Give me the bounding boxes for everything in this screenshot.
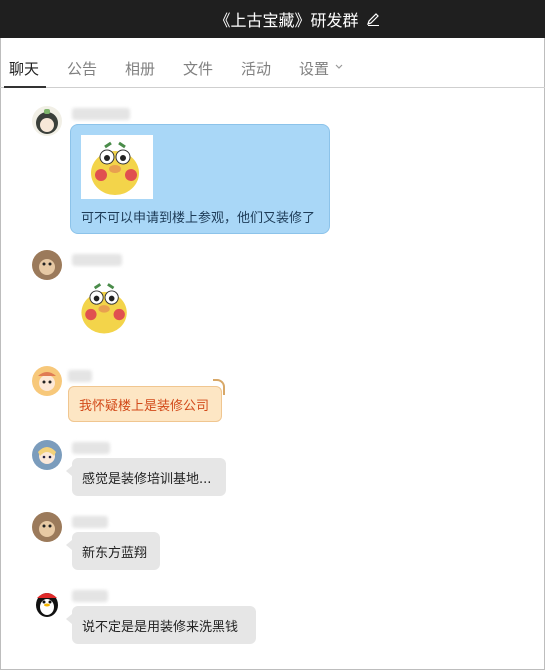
message-bubble[interactable]: 新东方蓝翔 bbox=[66, 532, 160, 570]
message-text: 新东方蓝翔 bbox=[82, 545, 148, 561]
sender-name bbox=[72, 590, 108, 602]
tab-chat[interactable]: 聊天 bbox=[9, 58, 39, 79]
anime-girl-avatar[interactable] bbox=[32, 106, 62, 136]
tab-activity[interactable]: 活动 bbox=[241, 58, 271, 79]
title-bar: 《上古宝藏》研发群 bbox=[0, 0, 545, 38]
monkey-avatar[interactable] bbox=[32, 250, 62, 280]
chevron-down-icon bbox=[335, 57, 343, 69]
sticker-image[interactable] bbox=[81, 135, 153, 199]
sender-name bbox=[72, 108, 130, 120]
blonde-girl-avatar[interactable] bbox=[32, 440, 62, 470]
message-bubble[interactable]: 可不可以申请到楼上参观，他们又装修了 bbox=[70, 124, 330, 234]
sender-name bbox=[72, 442, 110, 454]
active-tab-indicator bbox=[4, 86, 46, 88]
message-bubble[interactable]: 说不定是是用装修来洗黑钱 bbox=[66, 606, 256, 644]
tab-bar: 聊天 公告 相册 文件 活动 设置 bbox=[0, 38, 545, 88]
tab-album[interactable]: 相册 bbox=[125, 58, 155, 79]
message-bubble[interactable]: 我怀疑楼上是装修公司 bbox=[68, 379, 225, 422]
group-title: 《上古宝藏》研发群 bbox=[214, 11, 359, 30]
cartoon-girl-avatar[interactable] bbox=[32, 366, 62, 396]
tab-settings-label: 设置 bbox=[299, 60, 330, 78]
monkey-avatar[interactable] bbox=[32, 512, 62, 542]
tab-settings[interactable]: 设置 bbox=[299, 58, 343, 79]
sticker-image[interactable] bbox=[72, 274, 140, 340]
sender-name bbox=[72, 516, 108, 528]
message-text: 感觉是装修培训基地... bbox=[82, 471, 212, 487]
penguin-avatar[interactable] bbox=[32, 588, 62, 618]
sender-name bbox=[68, 370, 92, 382]
pencil-icon[interactable] bbox=[365, 11, 381, 27]
message-text: 可不可以申请到楼上参观，他们又装修了 bbox=[81, 211, 316, 226]
tab-announcement[interactable]: 公告 bbox=[67, 58, 97, 79]
message-text: 说不定是是用装修来洗黑钱 bbox=[82, 619, 239, 635]
message-bubble[interactable]: 感觉是装修培训基地... bbox=[66, 458, 226, 496]
tab-files[interactable]: 文件 bbox=[183, 58, 213, 79]
message-text: 我怀疑楼上是装修公司 bbox=[79, 398, 210, 414]
sender-name bbox=[72, 254, 122, 266]
